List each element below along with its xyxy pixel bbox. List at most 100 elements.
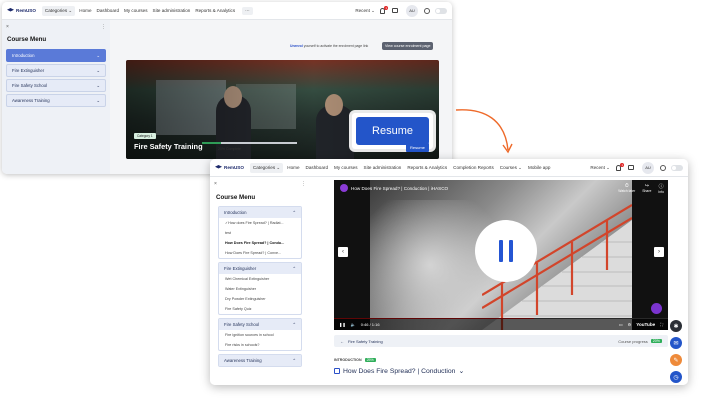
video-lesson-icon <box>334 368 340 374</box>
nav-my-courses[interactable]: My courses <box>334 165 358 170</box>
video-player[interactable]: How Does Fire Spread? | Conduction | iHA… <box>334 180 668 330</box>
nav-dashboard[interactable]: Dashboard <box>97 8 119 13</box>
unenrol-link[interactable]: Unenrol <box>290 44 303 48</box>
lesson-item[interactable]: ✓How does Fire Spread? | Radiat... <box>219 218 301 228</box>
video-controls: ❚❚ 🔈 0:46 / 1:16 ▭ ⚙ YouTube ⛶ <box>334 318 668 330</box>
more-vertical-icon[interactable]: ⋮ <box>301 181 306 187</box>
sidebar-section-fire-extinguisher[interactable]: Fire Extinguisher ⌄ <box>6 64 106 77</box>
more-vertical-icon[interactable]: ⋮ <box>101 24 106 30</box>
curved-arrow-icon <box>455 109 513 154</box>
accessibility-icon[interactable]: ✱ <box>670 320 682 332</box>
brand-logo[interactable]: RemUSO <box>215 165 244 170</box>
theme-toggle[interactable] <box>671 164 683 171</box>
close-icon[interactable]: × <box>6 24 9 30</box>
close-icon[interactable]: × <box>214 181 217 187</box>
graduation-cap-icon <box>215 165 222 169</box>
video-title[interactable]: How Does Fire Spread? | Conduction | iHA… <box>351 186 448 191</box>
section-label: Introduction <box>12 53 35 58</box>
nav-dashboard[interactable]: Dashboard <box>306 165 328 170</box>
nav-more-button[interactable]: ⋯ <box>242 6 253 15</box>
pause-button[interactable] <box>475 220 537 282</box>
lesson-item[interactable]: Fire Safety Quiz <box>219 304 301 314</box>
volume-icon[interactable]: 🔈 <box>351 322 356 327</box>
notes-icon[interactable]: ✎ <box>670 354 682 366</box>
nav-completion-reports[interactable]: Completion Reports <box>453 165 494 170</box>
view-course-enrolment-button[interactable]: View course enrolment page <box>382 42 434 50</box>
pause-icon <box>509 240 513 262</box>
info-button[interactable]: ⓘ Info <box>658 183 664 194</box>
watch-later-button[interactable]: ⏱ Watch later <box>618 183 635 194</box>
lesson-item[interactable]: Dry Powder Extinguisher <box>219 294 301 304</box>
group-header[interactable]: Introduction ⌃ <box>219 207 301 218</box>
nav-site-administration[interactable]: Site administration <box>364 165 402 170</box>
timer-icon[interactable]: ◷ <box>670 371 682 383</box>
brand-logo[interactable]: RemUSO <box>7 8 36 13</box>
course-progress-bar <box>202 142 297 144</box>
chevron-down-icon[interactable]: ⌄ <box>458 367 464 375</box>
group-header[interactable]: Awareness Training ⌃ <box>219 355 301 366</box>
next-lesson-button[interactable]: › <box>654 247 664 257</box>
youtube-logo[interactable]: YouTube <box>636 322 655 327</box>
lesson-item-active[interactable]: How Does Fire Spread? | Condu... <box>219 238 301 248</box>
previous-lesson-button[interactable]: ‹ <box>338 247 348 257</box>
lesson-item[interactable]: Water Extinguisher <box>219 284 301 294</box>
chevron-up-icon: ⌃ <box>292 265 296 271</box>
nav-reports-analytics[interactable]: Reports & Analytics <box>407 165 447 170</box>
chat-icon[interactable] <box>628 165 634 170</box>
sidebar-group-awareness-training: Awareness Training ⌃ <box>218 354 302 367</box>
lesson-item[interactable]: Wet Chemical Extinguisher <box>219 274 301 284</box>
course-menu-sidebar: × ⋮ Course Menu Introduction ⌃ ✓How does… <box>210 177 310 385</box>
bell-icon[interactable]: 1 <box>616 162 624 171</box>
lesson-main: How Does Fire Spread? | Conduction | iHA… <box>310 177 688 385</box>
chat-support-icon[interactable]: ✉ <box>670 337 682 349</box>
categories-dropdown[interactable]: Categories ⌄ <box>41 5 76 16</box>
captions-icon[interactable]: ▭ <box>619 322 623 327</box>
course-name[interactable]: Fire Safety Training <box>348 339 383 344</box>
settings-icon[interactable]: ⚙ <box>628 322 632 327</box>
group-header[interactable]: Fire Extinguisher ⌃ <box>219 263 301 274</box>
categories-dropdown[interactable]: Categories ⌄ <box>249 162 284 173</box>
user-avatar[interactable]: AU <box>406 4 418 17</box>
sidebar-section-awareness-training[interactable]: Awareness Training ⌄ <box>6 94 106 107</box>
chevron-down-icon: ⌄ <box>96 97 100 103</box>
fullscreen-icon[interactable]: ⛶ <box>660 322 663 327</box>
lesson-item[interactable]: Fire risks in schools? <box>219 340 301 350</box>
brand-badge-icon <box>651 303 662 314</box>
resume-button-label: Resume <box>356 117 429 145</box>
share-button[interactable]: ↪ Share <box>642 183 651 194</box>
info-icon: ⓘ <box>658 184 664 190</box>
nav-mobile-app[interactable]: Mobile app <box>528 165 550 170</box>
course-menu-title: Course Menu <box>7 36 47 43</box>
channel-logo-icon[interactable] <box>340 184 348 192</box>
theme-toggle[interactable] <box>435 7 447 14</box>
nav-site-administration[interactable]: Site administration <box>153 8 191 13</box>
group-header[interactable]: Fire Safety School ⌃ <box>219 319 301 330</box>
lesson-item[interactable]: Fire ignition sources in school <box>219 330 301 340</box>
group-label: Fire Extinguisher <box>224 266 257 271</box>
mute-icon[interactable] <box>424 7 430 14</box>
video-actions: ⏱ Watch later ↪ Share ⓘ Info <box>618 183 664 194</box>
nav-reports-analytics[interactable]: Reports & Analytics <box>195 8 235 13</box>
nav-my-courses[interactable]: My courses <box>124 8 148 13</box>
recent-dropdown[interactable]: Recent ⌄ <box>355 8 375 14</box>
pause-small-icon[interactable]: ❚❚ <box>339 322 346 327</box>
mute-icon[interactable] <box>660 164 666 171</box>
chevron-up-icon: ⌃ <box>292 321 296 327</box>
lesson-title: How Does Fire Spread? | Conduction ⌄ <box>334 367 464 375</box>
lesson-item[interactable]: How Does Fire Spread? | Conve... <box>219 248 301 258</box>
user-avatar[interactable]: AU <box>642 161 654 174</box>
resume-button[interactable]: Resume <box>406 143 429 152</box>
info-label: Info <box>658 190 664 194</box>
sidebar-group-introduction: Introduction ⌃ ✓How does Fire Spread? | … <box>218 206 302 259</box>
nav-courses[interactable]: Courses ⌄ <box>500 165 522 171</box>
back-arrow-icon[interactable]: ← <box>340 339 344 344</box>
brand-name: RemUSO <box>224 165 244 170</box>
sidebar-section-fire-safety-school[interactable]: Fire Safety School ⌄ <box>6 79 106 92</box>
nav-home[interactable]: Home <box>79 8 91 13</box>
nav-home[interactable]: Home <box>287 165 299 170</box>
sidebar-section-introduction[interactable]: Introduction ⌄ <box>6 49 106 62</box>
bell-icon[interactable]: 1 <box>380 5 388 14</box>
recent-dropdown[interactable]: Recent ⌄ <box>590 165 610 171</box>
chat-icon[interactable] <box>392 8 398 13</box>
lesson-item[interactable]: test <box>219 228 301 238</box>
